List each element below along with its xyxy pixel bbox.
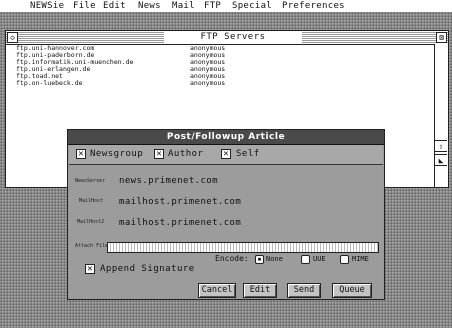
scope-row: ✕ Newsgroup ✕ Author ✕ Self [69,145,383,165]
attach-file-label: Attach File: [75,243,112,249]
newsgroup-label: Newsgroup [90,149,144,159]
attach-file-input[interactable] [107,242,379,253]
edit-button[interactable]: Edit [243,283,277,298]
author-checkbox[interactable]: ✕ [154,149,164,159]
encode-label: Encode: [215,254,249,263]
post-followup-dialog: Post/Followup Article ✕ Newsgroup ✕ Auth… [67,129,385,300]
menu-file[interactable]: File [73,0,96,12]
ftp-user: anonymous [190,79,226,87]
close-icon[interactable]: ◇ [7,32,18,43]
mail-host-2-label: MailHost2 [77,219,105,225]
encode-none-label: None [266,255,283,263]
list-item[interactable]: ftp.on-luebeck.de anonymous [16,80,426,87]
menu-edit[interactable]: Edit [103,0,126,12]
encode-mime-radio[interactable] [340,255,349,264]
ftp-window-titlebar[interactable]: ◇ FTP Servers ⊠ [6,31,448,45]
self-checkbox[interactable]: ✕ [221,149,231,159]
encode-mime-label: MIME [352,255,369,263]
menu-news[interactable]: News [138,0,161,12]
scroll-up-icon[interactable]: ⇧ [435,140,447,152]
dialog-titlebar[interactable]: Post/Followup Article [68,130,384,145]
news-server-field[interactable]: news.primenet.com [119,175,218,187]
newsgroup-checkbox[interactable]: ✕ [76,149,86,159]
menu-ftp[interactable]: FTP [204,0,221,12]
author-label: Author [168,149,204,159]
dialog-title: Post/Followup Article [166,132,286,142]
resize-icon[interactable]: ◣ [435,154,447,166]
menu-newsie[interactable]: NEWSie [30,0,64,12]
ftp-host: ftp.on-luebeck.de [16,79,83,87]
send-button[interactable]: Send [287,283,321,298]
self-label: Self [236,149,260,159]
append-signature-label: Append Signature [100,264,195,274]
vertical-scrollbar[interactable]: ⇧ ◣ [434,44,448,187]
append-signature-checkbox[interactable]: ✕ [85,264,95,274]
mail-host-field[interactable]: mailhost.primenet.com [119,196,241,208]
news-server-label: NewsServer [75,178,106,184]
encode-uue-label: UUE [313,255,326,263]
cancel-button[interactable]: Cancel [198,283,236,298]
mail-host-label: MailHost [79,198,104,204]
encode-uue-radio[interactable] [301,255,310,264]
mail-host-2-field[interactable]: mailhost.primenet.com [119,217,241,229]
ftp-window-title: FTP Servers [164,32,302,43]
menu-mail[interactable]: Mail [172,0,195,12]
fullscreen-icon[interactable]: ⊠ [436,32,447,43]
queue-button[interactable]: Queue [332,283,372,298]
header-fields: NewsServer news.primenet.com MailHost ma… [69,165,383,298]
ftp-server-list: ftp.uni-hannover.com anonymous ftp.uni-p… [16,45,426,87]
encode-none-radio[interactable]: ▪ [255,255,264,264]
menu-special[interactable]: Special [232,0,272,12]
menu-preferences[interactable]: Preferences [282,0,345,12]
